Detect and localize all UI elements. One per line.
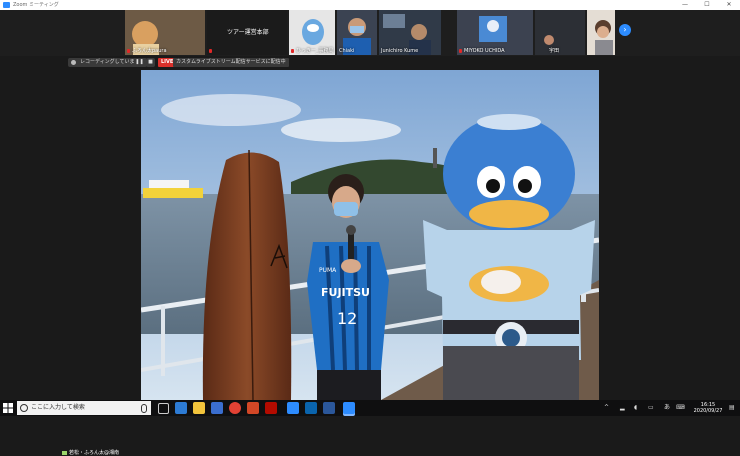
ime-indicator[interactable]: あ [664, 404, 670, 412]
close-button[interactable]: ✕ [718, 0, 740, 10]
live-stream-label[interactable]: カスタムライブストリーム配信サービスに配信中 [173, 58, 289, 67]
muted-mic-icon [291, 49, 294, 53]
stop-recording-button[interactable]: ■ [146, 58, 155, 67]
active-speaker-video: FUJITSU 12 PUMA [141, 70, 599, 400]
notification-icon[interactable]: ▤ [729, 404, 735, 412]
speaker-name: 若松・ふろん太@湘南 [69, 450, 120, 456]
main-video-area: レコーディングしています... ❚❚ ■ LIVE カスタムライブストリーム配信… [0, 56, 740, 456]
network-icon[interactable]: ▂ [620, 404, 625, 412]
participant-video [587, 10, 615, 55]
chrome-icon[interactable] [229, 402, 241, 414]
speaker-video-scene: FUJITSU 12 PUMA [141, 70, 599, 400]
participant-tile[interactable]: ふろん太paura [125, 10, 205, 55]
search-icon [20, 404, 28, 412]
windows-start-icon[interactable] [3, 403, 13, 413]
participant-tile[interactable]: ひっきー_事務局 [289, 10, 335, 55]
keyboard-icon[interactable]: ⌨ [676, 404, 685, 412]
participant-tile[interactable]: MIYOKO UCHIDA [457, 10, 533, 55]
next-page-button[interactable]: › [619, 24, 631, 36]
muted-mic-icon [127, 49, 130, 53]
task-view-icon[interactable] [158, 403, 169, 414]
taskbar-search-box[interactable]: ここに入力して検索 [17, 401, 151, 415]
participant-name: ひっきー_事務局 [296, 48, 334, 54]
muted-mic-icon [209, 49, 212, 53]
store-icon[interactable] [211, 402, 223, 414]
clock-date: 2020/09/27 [693, 408, 723, 414]
volume-icon[interactable]: ◖ [634, 404, 637, 412]
powerpoint-icon[interactable] [247, 402, 259, 414]
signal-icon [62, 450, 67, 455]
muted-mic-icon [459, 49, 462, 53]
jersey-brand-text: PUMA [319, 267, 337, 274]
participant-name: ふろん太paura [132, 48, 167, 54]
taskbar-clock[interactable]: 16:15 2020/09/27 [690, 402, 726, 414]
participant-name: MIYOKO UCHIDA [464, 48, 505, 54]
search-placeholder: ここに入力して検索 [31, 404, 85, 411]
jersey-sponsor-text: FUJITSU [321, 286, 370, 299]
outlook-icon[interactable] [305, 402, 317, 414]
microphone-icon[interactable] [141, 404, 147, 413]
participant-tile[interactable]: Junichiro Kume [379, 10, 441, 55]
cloud-record-icon [71, 60, 76, 65]
windows-taskbar: ここに入力して検索 ^ ▂ ◖ ▭ あ ⌨ 16:15 2020/09/27 ▤ [0, 400, 740, 416]
participant-tile[interactable]: Chiaki [337, 10, 377, 55]
edge-icon[interactable] [175, 402, 187, 414]
window-titlebar: Zoom ミーティング — ☐ ✕ [0, 0, 740, 10]
zoom-icon[interactable] [287, 402, 299, 414]
pause-recording-button[interactable]: ❚❚ [135, 58, 144, 67]
participant-name-center: ツアー運営本部 [227, 29, 269, 36]
maximize-button[interactable]: ☐ [696, 0, 718, 10]
zoom-active-icon[interactable] [343, 402, 355, 414]
active-speaker-label: 若松・ふろん太@湘南 [62, 449, 119, 456]
battery-icon[interactable]: ▭ [648, 404, 654, 412]
window-title: Zoom ミーティング [13, 2, 59, 8]
participant-strip: ふろん太paura ツアー運営本部 ひっきー_事務局 Chiaki Junich… [0, 10, 740, 56]
participant-tile[interactable]: ツアー運営本部 [207, 10, 287, 55]
participant-name: 宇田 [549, 48, 560, 54]
jersey-number-text: 12 [337, 309, 357, 328]
tray-chevron-icon[interactable]: ^ [604, 404, 609, 412]
minimize-button[interactable]: — [674, 0, 696, 10]
zoom-app-icon [3, 2, 10, 8]
acrobat-icon[interactable] [265, 402, 277, 414]
participant-video [535, 10, 585, 55]
participant-name: Junichiro Kume [381, 48, 419, 54]
participant-tile[interactable] [587, 10, 615, 55]
participant-tile[interactable]: 宇田 [535, 10, 585, 55]
word-icon[interactable] [323, 402, 335, 414]
participant-name: Chiaki [339, 48, 355, 54]
explorer-icon[interactable] [193, 402, 205, 414]
